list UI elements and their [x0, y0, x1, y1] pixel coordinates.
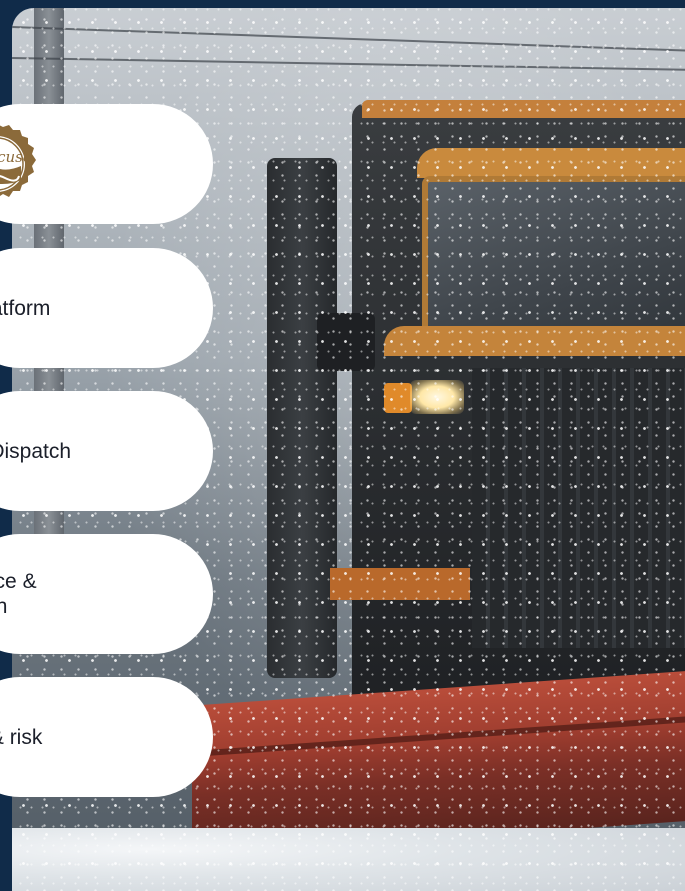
syracuse-seal-icon: Syracuse: [0, 125, 36, 197]
menu-item-label: ety & risk: [0, 725, 43, 749]
app-frame: Syracuse n platform g & Dispatch tenance…: [0, 0, 685, 891]
menu-item-platform[interactable]: n platform: [0, 248, 213, 368]
menu-item-label-line-1: tenance &: [0, 570, 37, 593]
menu-item-safety[interactable]: ety & risk: [0, 677, 213, 797]
menu-item-label: g & Dispatch: [0, 439, 72, 463]
svg-text:Syracuse: Syracuse: [0, 148, 32, 166]
menu-item-dispatch[interactable]: g & Dispatch: [0, 391, 213, 511]
menu-item-label-line-2: lization: [0, 595, 8, 618]
menu-item-label: n platform: [0, 296, 51, 320]
menu-item-maintenance[interactable]: tenance & lization: [0, 534, 213, 654]
logo-card[interactable]: Syracuse: [0, 104, 213, 224]
menu-overlay: Syracuse n platform g & Dispatch tenance…: [0, 0, 685, 891]
